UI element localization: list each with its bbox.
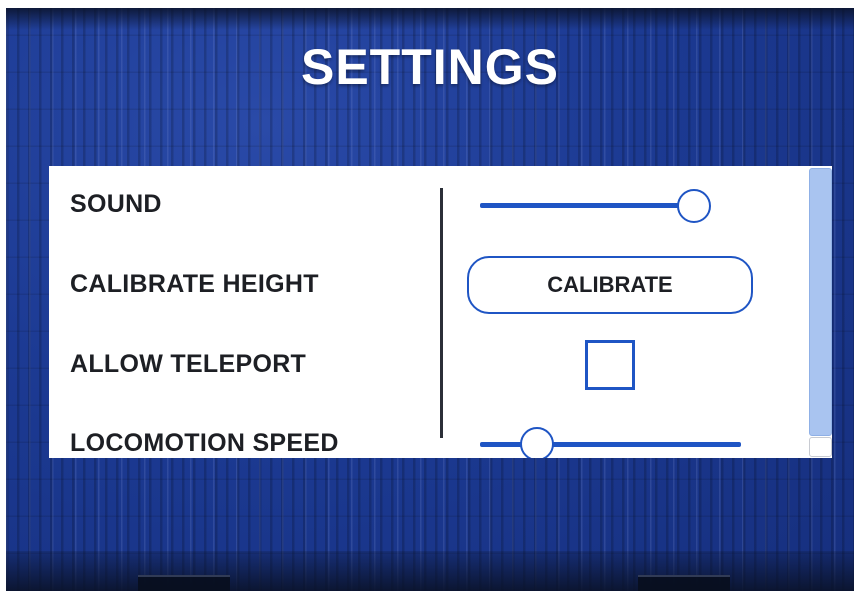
- sound-slider-thumb[interactable]: [676, 189, 711, 223]
- settings-scrollbar[interactable]: [809, 166, 832, 458]
- allow-teleport-label: ALLOW TELEPORT: [70, 350, 307, 378]
- scrollbar-track-end[interactable]: [809, 437, 832, 457]
- column-divider: [440, 188, 443, 438]
- calibrate-button[interactable]: CALIBRATE: [467, 256, 753, 314]
- bottom-tab-right: [638, 575, 730, 591]
- locomotion-speed-label: LOCOMOTION SPEED: [70, 429, 339, 457]
- sound-label: SOUND: [70, 190, 162, 218]
- page-title: SETTINGS: [300, 39, 560, 95]
- scrollbar-thumb[interactable]: [809, 168, 832, 436]
- calibrate-height-label: CALIBRATE HEIGHT: [70, 270, 319, 298]
- locomotion-speed-slider-track[interactable]: [480, 442, 741, 447]
- allow-teleport-checkbox[interactable]: [585, 340, 635, 390]
- game-background: SETTINGS SOUND CALIBRATE HEIGHT CALIBRAT…: [6, 8, 854, 591]
- settings-panel: SOUND CALIBRATE HEIGHT CALIBRATE ALLOW T…: [49, 166, 832, 458]
- bottom-tab-left: [138, 575, 230, 591]
- sound-slider-track[interactable]: [480, 203, 710, 208]
- locomotion-speed-slider-thumb[interactable]: [520, 427, 555, 458]
